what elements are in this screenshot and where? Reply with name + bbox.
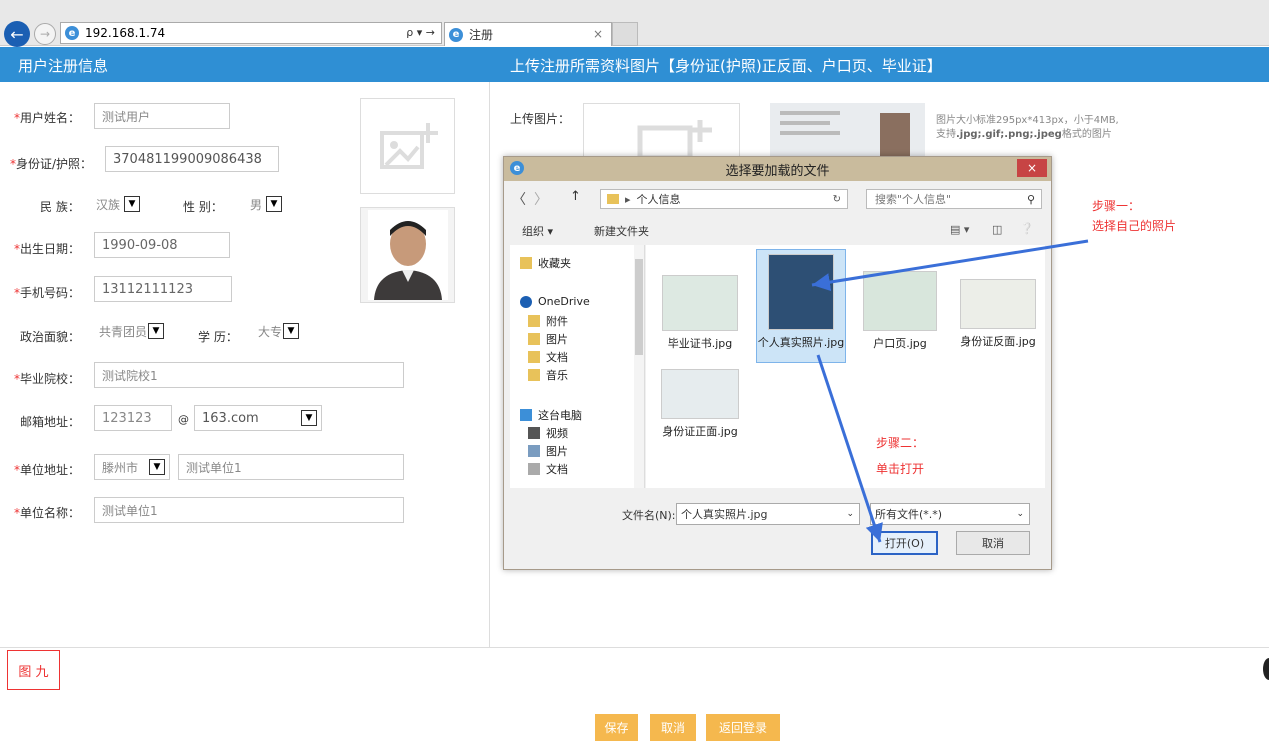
- step1-annotation: 步骤一： 选择自己的照片: [1092, 199, 1177, 233]
- annotation-arrows: [811, 239, 1089, 543]
- save-button[interactable]: 保存: [595, 714, 638, 741]
- figure-label: 图 九: [7, 650, 60, 690]
- back-to-login-button[interactable]: 返回登录: [706, 714, 780, 741]
- step2-arrow: [816, 354, 883, 543]
- step2-annotation: 步骤二： 单击打开: [876, 436, 925, 476]
- cancel-button[interactable]: 取消: [650, 714, 696, 741]
- step1-arrow: [811, 239, 1089, 292]
- footer-divider: [0, 647, 1269, 648]
- side-widget-icon[interactable]: [1263, 658, 1269, 680]
